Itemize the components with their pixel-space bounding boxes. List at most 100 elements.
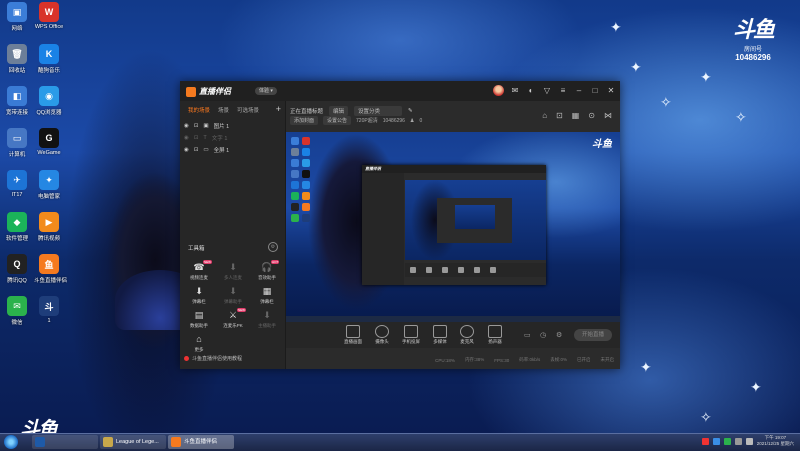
- title-bar[interactable]: 直播伴侣 体验 ▾ ✉ ◐ ▽ ≡ – □ ✕: [180, 81, 620, 101]
- tool-label: 主播助手: [258, 323, 276, 328]
- tab-my-scene[interactable]: 我的场景: [188, 106, 210, 114]
- lock-icon[interactable]: ⊡: [194, 123, 199, 129]
- screen-capture-button[interactable]: 直播画面: [338, 325, 368, 345]
- record-icon[interactable]: ⊙: [588, 111, 595, 120]
- desktop-icon[interactable]: Q 腾讯QQ: [2, 254, 32, 284]
- category-select[interactable]: 设置分类: [354, 106, 403, 116]
- tool-button[interactable]: ⚔ 连麦乐PK NEW: [218, 308, 248, 329]
- menu-icon[interactable]: ≡: [558, 86, 568, 96]
- desktop-icon[interactable]: 🗑 回收站: [2, 44, 32, 74]
- eye-icon[interactable]: ◉: [184, 135, 189, 141]
- tool-button[interactable]: 🎧 音效助手 HOT: [252, 260, 282, 281]
- desktop-icon[interactable]: ◧ 宽带连接: [2, 86, 32, 116]
- douyu-logo-mark: 斗鱼: [732, 17, 775, 42]
- desktop-icon[interactable]: 鱼斗鱼直播伴侣: [34, 254, 67, 284]
- network-icon[interactable]: [734, 437, 742, 445]
- app-icon: ◉: [39, 86, 59, 106]
- live-preview[interactable]: 斗鱼 直播伴侣: [286, 132, 620, 322]
- close-icon[interactable]: ✕: [606, 86, 616, 96]
- notice-button[interactable]: 设置公告: [323, 116, 352, 125]
- speaker-button[interactable]: 扬声器: [480, 325, 510, 345]
- tray-icon[interactable]: [701, 437, 709, 445]
- tray-icon[interactable]: [712, 437, 720, 445]
- screen-icon: [346, 325, 360, 338]
- tool-icon: ⬇: [263, 310, 271, 320]
- app-icon: 斗: [39, 296, 59, 316]
- gift-icon[interactable]: ⌂: [542, 111, 547, 120]
- desktop-icon[interactable]: ▣ 网络: [2, 2, 32, 32]
- user-avatar[interactable]: [493, 85, 504, 96]
- clock[interactable]: 下午 19:07 2021/12/25 星期六: [757, 435, 794, 447]
- taskbar-item-league[interactable]: League of Lege...: [100, 435, 166, 449]
- camera-button[interactable]: 摄像头: [367, 325, 397, 345]
- media-button[interactable]: 多媒体: [425, 325, 455, 345]
- app-icon: ✈: [7, 170, 27, 190]
- source-item[interactable]: ◉ ⊡ ▣ 图片 1: [184, 122, 229, 130]
- desktop-icon[interactable]: ✉ 微信: [2, 296, 32, 326]
- desktop-icon[interactable]: ▭ 计算机: [2, 128, 32, 158]
- start-button[interactable]: [4, 435, 18, 449]
- filter-icon[interactable]: ▽: [542, 86, 552, 96]
- desktop-icon[interactable]: 斗1: [34, 296, 64, 324]
- layout-icon[interactable]: ▦: [572, 111, 580, 120]
- timer-icon[interactable]: ◷: [540, 331, 546, 339]
- tool-button[interactable]: ▦ 弹幕栏: [252, 285, 282, 305]
- source-item[interactable]: ◉ ⊡ T 文字 1: [184, 134, 227, 142]
- tool-label: 更多: [194, 347, 204, 352]
- status-item: 内存:38%: [464, 357, 485, 362]
- lock-icon[interactable]: ⊡: [194, 147, 199, 153]
- tool-button[interactable]: ⬇ 多人连麦: [218, 261, 248, 281]
- desktop-icon[interactable]: ✈ IT17: [2, 170, 32, 198]
- message-icon[interactable]: ✉: [510, 86, 520, 96]
- tool-button[interactable]: ▤ 数据助手: [184, 309, 214, 329]
- lock-icon[interactable]: ⊡: [556, 111, 563, 120]
- app-icon: ◆: [7, 212, 27, 232]
- share-icon[interactable]: ⋈: [604, 111, 612, 120]
- tool-button[interactable]: ⬇ 弹幕助手: [218, 285, 248, 305]
- desktop-icon[interactable]: G WeGame: [34, 128, 64, 156]
- record-video-icon[interactable]: ▭: [524, 331, 531, 339]
- notice-text: 斗鱼直播伴侣使用教程: [192, 356, 243, 362]
- version-badge[interactable]: 体验 ▾: [255, 87, 277, 95]
- toolbox-settings-icon[interactable]: ⚙: [268, 242, 278, 252]
- desktop-icon[interactable]: K 酷狗音乐: [34, 44, 64, 74]
- app-icon: G: [39, 128, 59, 148]
- edit-title-button[interactable]: 编辑: [329, 106, 349, 116]
- tab-optional-scene[interactable]: 可选场景: [237, 106, 259, 114]
- tab-scene[interactable]: 场景: [218, 106, 229, 114]
- start-live-button[interactable]: 开始直播: [574, 329, 612, 341]
- tool-button[interactable]: ⌂ 更多: [184, 333, 214, 353]
- edit-icon[interactable]: ✎: [408, 108, 413, 114]
- status-item: 码率:0kb/s: [519, 357, 541, 362]
- skin-icon[interactable]: ◐: [526, 86, 536, 96]
- desktop-icon[interactable]: W WPS Office: [34, 2, 64, 30]
- microphone-button[interactable]: 麦克风: [452, 325, 482, 345]
- tool-button[interactable]: ⬇ 主播助手: [252, 309, 282, 329]
- toolbox-title: 工具箱: [188, 246, 205, 252]
- taskbar-item[interactable]: [32, 435, 98, 449]
- tool-button[interactable]: ☎ 视频连麦 NEW: [184, 260, 214, 281]
- source-item[interactable]: ◉ ⊡ ▭ 全屏 1: [184, 146, 229, 154]
- lock-icon[interactable]: ⊡: [194, 135, 199, 141]
- tutorial-notice[interactable]: 斗鱼直播伴侣使用教程: [184, 355, 242, 362]
- taskbar-item-live-companion[interactable]: 斗鱼直播伴侣: [168, 435, 234, 449]
- desktop-icon[interactable]: ◆ 软件管理: [2, 212, 32, 242]
- phone-cast-button[interactable]: 手机投屏: [396, 325, 426, 345]
- eye-icon[interactable]: ◉: [184, 123, 189, 129]
- bird-decoration: ✧: [735, 109, 747, 125]
- notice-dot-icon: [184, 356, 189, 361]
- settings-icon[interactable]: ⚙: [556, 331, 562, 339]
- eye-icon[interactable]: ◉: [184, 147, 189, 153]
- add-source-button[interactable]: +: [276, 104, 281, 114]
- control-bar: 直播画面 摄像头 手机投屏 多媒体 麦克风 扬声器 ▭ ◷ ⚙ 开始直播: [286, 322, 620, 348]
- tray-icon[interactable]: [723, 437, 731, 445]
- cover-button[interactable]: 添加封面: [290, 116, 319, 125]
- tool-label: 音效助手: [258, 275, 276, 280]
- tool-button[interactable]: ⬇ 弹幕栏: [184, 285, 214, 305]
- desktop-icon[interactable]: ◉ QQ浏览器: [34, 86, 64, 116]
- minimize-icon[interactable]: –: [574, 86, 584, 96]
- desktop-icon[interactable]: ✦ 电脑管家: [34, 170, 64, 200]
- maximize-icon[interactable]: □: [590, 86, 600, 96]
- volume-icon[interactable]: [745, 437, 753, 445]
- desktop-icon[interactable]: ▶ 腾讯视频: [34, 212, 64, 242]
